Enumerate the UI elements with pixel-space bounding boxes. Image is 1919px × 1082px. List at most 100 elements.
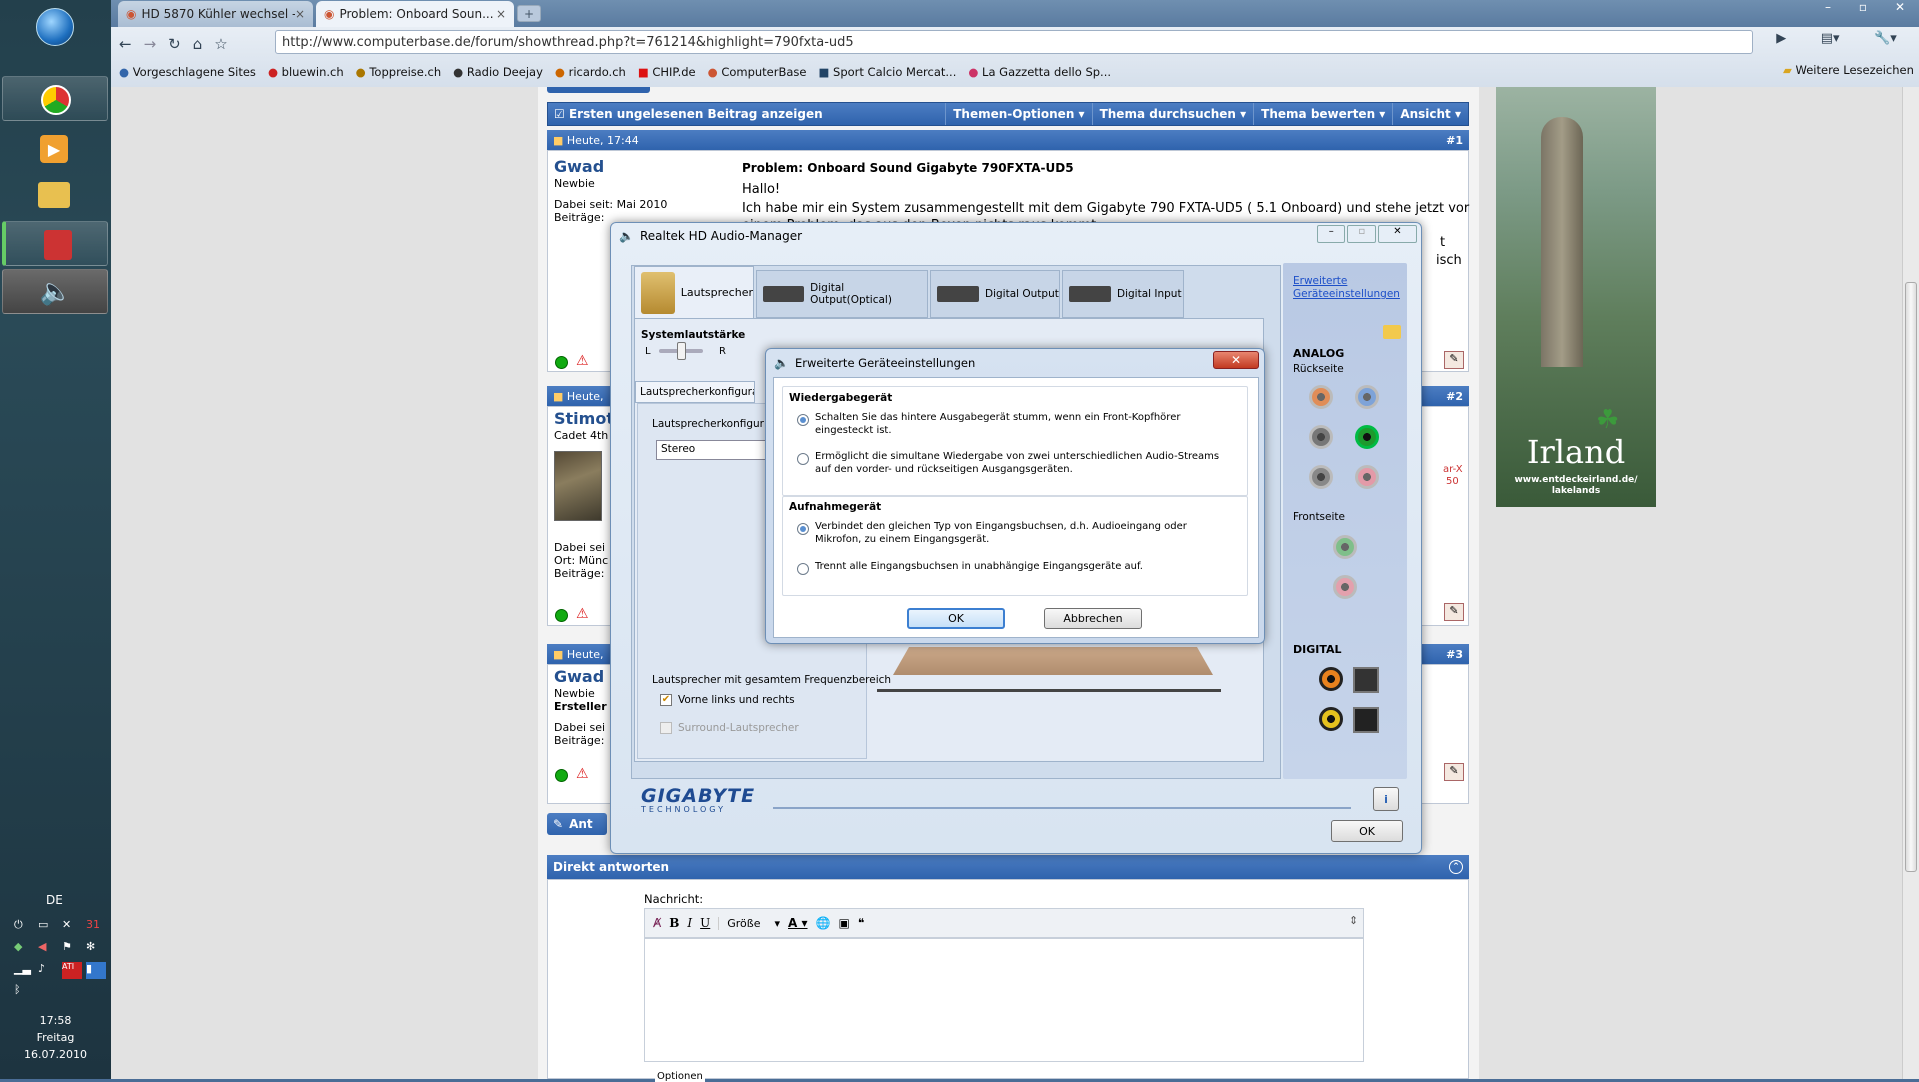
edit-icon[interactable]: ✎ bbox=[1444, 763, 1464, 781]
tab-digital-output[interactable]: Digital Output bbox=[930, 270, 1060, 318]
jack-blue[interactable] bbox=[1355, 385, 1379, 409]
menu-view[interactable]: Ansicht ▾ bbox=[1392, 103, 1468, 125]
quote-icon[interactable]: ❝ bbox=[858, 916, 864, 930]
edit-icon[interactable]: ✎ bbox=[1444, 351, 1464, 369]
edit-icon[interactable]: ✎ bbox=[1444, 603, 1464, 621]
maximize-button[interactable]: ▫ bbox=[1347, 225, 1376, 243]
surround-checkbox[interactable]: Surround-Lautsprecher bbox=[660, 722, 799, 734]
front-lr-checkbox[interactable]: ✔ Vorne links und rechts bbox=[660, 694, 795, 706]
sound-icon[interactable]: ♪ bbox=[38, 962, 58, 979]
balance-slider[interactable] bbox=[659, 342, 703, 360]
menu-thread-rate[interactable]: Thema bewerten ▾ bbox=[1253, 103, 1392, 125]
scrollbar-thumb[interactable] bbox=[1905, 282, 1917, 872]
link-icon[interactable]: 🌐 bbox=[816, 916, 831, 930]
jack-pink[interactable] bbox=[1355, 465, 1379, 489]
post-username[interactable]: Gwad bbox=[554, 157, 604, 176]
bookmark-item[interactable]: ■ Sport Calcio Mercat... bbox=[818, 65, 956, 79]
speaker-config-tab[interactable]: Lautsprecherkonfigurati bbox=[635, 381, 755, 403]
maximize-icon[interactable]: ▫ bbox=[1859, 0, 1867, 18]
report-icon[interactable]: ⚠ bbox=[576, 766, 589, 782]
taskbar-realtek[interactable]: 🔈 bbox=[2, 269, 108, 314]
volume-tray-icon[interactable]: ◀ bbox=[38, 940, 58, 957]
post-number[interactable]: #1 bbox=[1446, 134, 1463, 147]
jack-front-green[interactable] bbox=[1333, 535, 1357, 559]
media-player-icon[interactable]: ▶ bbox=[40, 135, 68, 163]
usb-icon[interactable]: ▮ bbox=[86, 961, 106, 979]
advanced-settings-link[interactable]: Erweiterte Geräteeinstellungen bbox=[1293, 275, 1400, 301]
tab-digital-optical[interactable]: Digital Output(Optical) bbox=[756, 270, 928, 318]
shield-icon[interactable]: ◆ bbox=[14, 940, 34, 957]
dialog-cancel-button[interactable]: Abbrechen bbox=[1044, 608, 1142, 629]
page-menu-icon[interactable]: ▤▾ bbox=[1821, 31, 1840, 53]
text-color-icon[interactable]: A ▾ bbox=[788, 916, 808, 930]
start-orb-icon[interactable] bbox=[36, 8, 74, 46]
optical-port[interactable] bbox=[1353, 667, 1379, 693]
monitor-icon[interactable]: ▭ bbox=[38, 918, 58, 936]
options-label[interactable]: Optionen bbox=[655, 1071, 705, 1082]
radio-combine-inputs[interactable] bbox=[797, 523, 809, 535]
bookmark-item[interactable]: ● ComputerBase bbox=[708, 65, 807, 79]
option-mute-rear[interactable]: Schalten Sie das hintere Ausgabegerät st… bbox=[815, 412, 1235, 437]
menu-thread-search[interactable]: Thema durchsuchen ▾ bbox=[1091, 103, 1254, 125]
ad-banner[interactable]: ☘ Irland www.entdeckeirland.de/ lakeland… bbox=[1496, 87, 1656, 507]
optical-port[interactable] bbox=[1353, 707, 1379, 733]
calendar-icon[interactable]: 31 bbox=[86, 918, 106, 936]
wrench-icon[interactable]: 🔧▾ bbox=[1874, 31, 1897, 53]
star-icon[interactable]: ☆ bbox=[214, 35, 227, 53]
minimize-button[interactable]: – bbox=[1317, 225, 1346, 243]
dialog-close-button[interactable]: ✕ bbox=[1213, 351, 1259, 369]
report-icon[interactable]: ⚠ bbox=[576, 606, 589, 622]
page-scrollbar[interactable] bbox=[1902, 87, 1919, 1079]
tab-close-icon[interactable]: × bbox=[496, 7, 506, 21]
flag-icon[interactable]: ⚑ bbox=[62, 940, 82, 957]
url-bar[interactable]: http://www.computerbase.de/forum/showthr… bbox=[275, 30, 1753, 54]
underline-icon[interactable]: U bbox=[700, 916, 710, 930]
bookmark-item[interactable]: ● Toppreise.ch bbox=[356, 65, 442, 79]
tab-digital-input[interactable]: Digital Input bbox=[1062, 270, 1184, 318]
radio-separate-inputs[interactable] bbox=[797, 563, 809, 575]
option-simultaneous[interactable]: Ermöglicht die simultane Wiedergabe von … bbox=[815, 451, 1235, 476]
info-button[interactable]: i bbox=[1373, 787, 1399, 811]
option-separate-inputs[interactable]: Trennt alle Eingangsbuchsen in unabhängi… bbox=[815, 561, 1235, 574]
tab-close-icon[interactable]: × bbox=[295, 7, 305, 21]
jack-front-pink[interactable] bbox=[1333, 575, 1357, 599]
folder-icon[interactable] bbox=[1383, 325, 1401, 339]
jack-green[interactable] bbox=[1355, 425, 1379, 449]
tab-inactive[interactable]: ◉ HD 5870 Kühler wechsel -... × bbox=[118, 1, 313, 27]
post-username[interactable]: Stimot bbox=[554, 409, 614, 428]
radio-mute-rear[interactable] bbox=[797, 414, 809, 426]
bookmark-item[interactable]: ● La Gazzetta dello Sp... bbox=[968, 65, 1111, 79]
bookmark-item[interactable]: ● bluewin.ch bbox=[268, 65, 344, 79]
post-username[interactable]: Gwad bbox=[554, 667, 604, 686]
remove-format-icon[interactable]: Ⱥ bbox=[653, 916, 661, 930]
explorer-icon[interactable] bbox=[38, 182, 70, 208]
first-unread-link[interactable]: ☑ Ersten ungelesenen Beitrag anzeigen bbox=[548, 107, 945, 121]
italic-icon[interactable]: I bbox=[687, 916, 692, 930]
clock[interactable]: 17:58 Freitag 16.07.2010 bbox=[0, 1012, 111, 1063]
taskbar-app[interactable] bbox=[2, 221, 108, 266]
jack-grey[interactable] bbox=[1309, 465, 1333, 489]
signal-icon[interactable]: ▁▃ bbox=[14, 962, 34, 979]
back-icon[interactable]: ← bbox=[119, 35, 132, 53]
post-number[interactable]: #3 bbox=[1446, 648, 1463, 661]
tab-active[interactable]: ◉ Problem: Onboard Soun... × bbox=[316, 1, 514, 27]
jack-orange[interactable] bbox=[1309, 385, 1333, 409]
image-icon[interactable]: ▣ bbox=[838, 916, 849, 930]
bookmark-item[interactable]: ● ricardo.ch bbox=[555, 65, 626, 79]
update-icon[interactable]: ✻ bbox=[86, 940, 106, 957]
other-bookmarks[interactable]: ▰ Weitere Lesezeichen bbox=[1783, 63, 1914, 77]
realtek-ok-button[interactable]: OK bbox=[1331, 820, 1403, 842]
language-indicator[interactable]: DE bbox=[46, 893, 63, 907]
close-icon[interactable]: ✕ bbox=[1895, 0, 1905, 18]
bookmark-item[interactable]: ● Vorgeschlagene Sites bbox=[119, 65, 256, 79]
network-icon[interactable]: ✕ bbox=[62, 918, 82, 936]
power-icon[interactable]: ⏻ bbox=[14, 918, 34, 936]
ati-icon[interactable]: ATI bbox=[62, 961, 82, 979]
resize-icon[interactable]: ⇕ bbox=[1349, 914, 1358, 927]
bold-icon[interactable]: B bbox=[669, 916, 679, 930]
message-textarea[interactable] bbox=[644, 938, 1364, 1062]
home-icon[interactable]: ⌂ bbox=[193, 35, 203, 53]
tab-lautsprecher[interactable]: Lautsprecher bbox=[634, 266, 754, 318]
slider-thumb[interactable] bbox=[677, 342, 686, 360]
font-size-select[interactable]: Größe ▾ bbox=[718, 916, 780, 930]
